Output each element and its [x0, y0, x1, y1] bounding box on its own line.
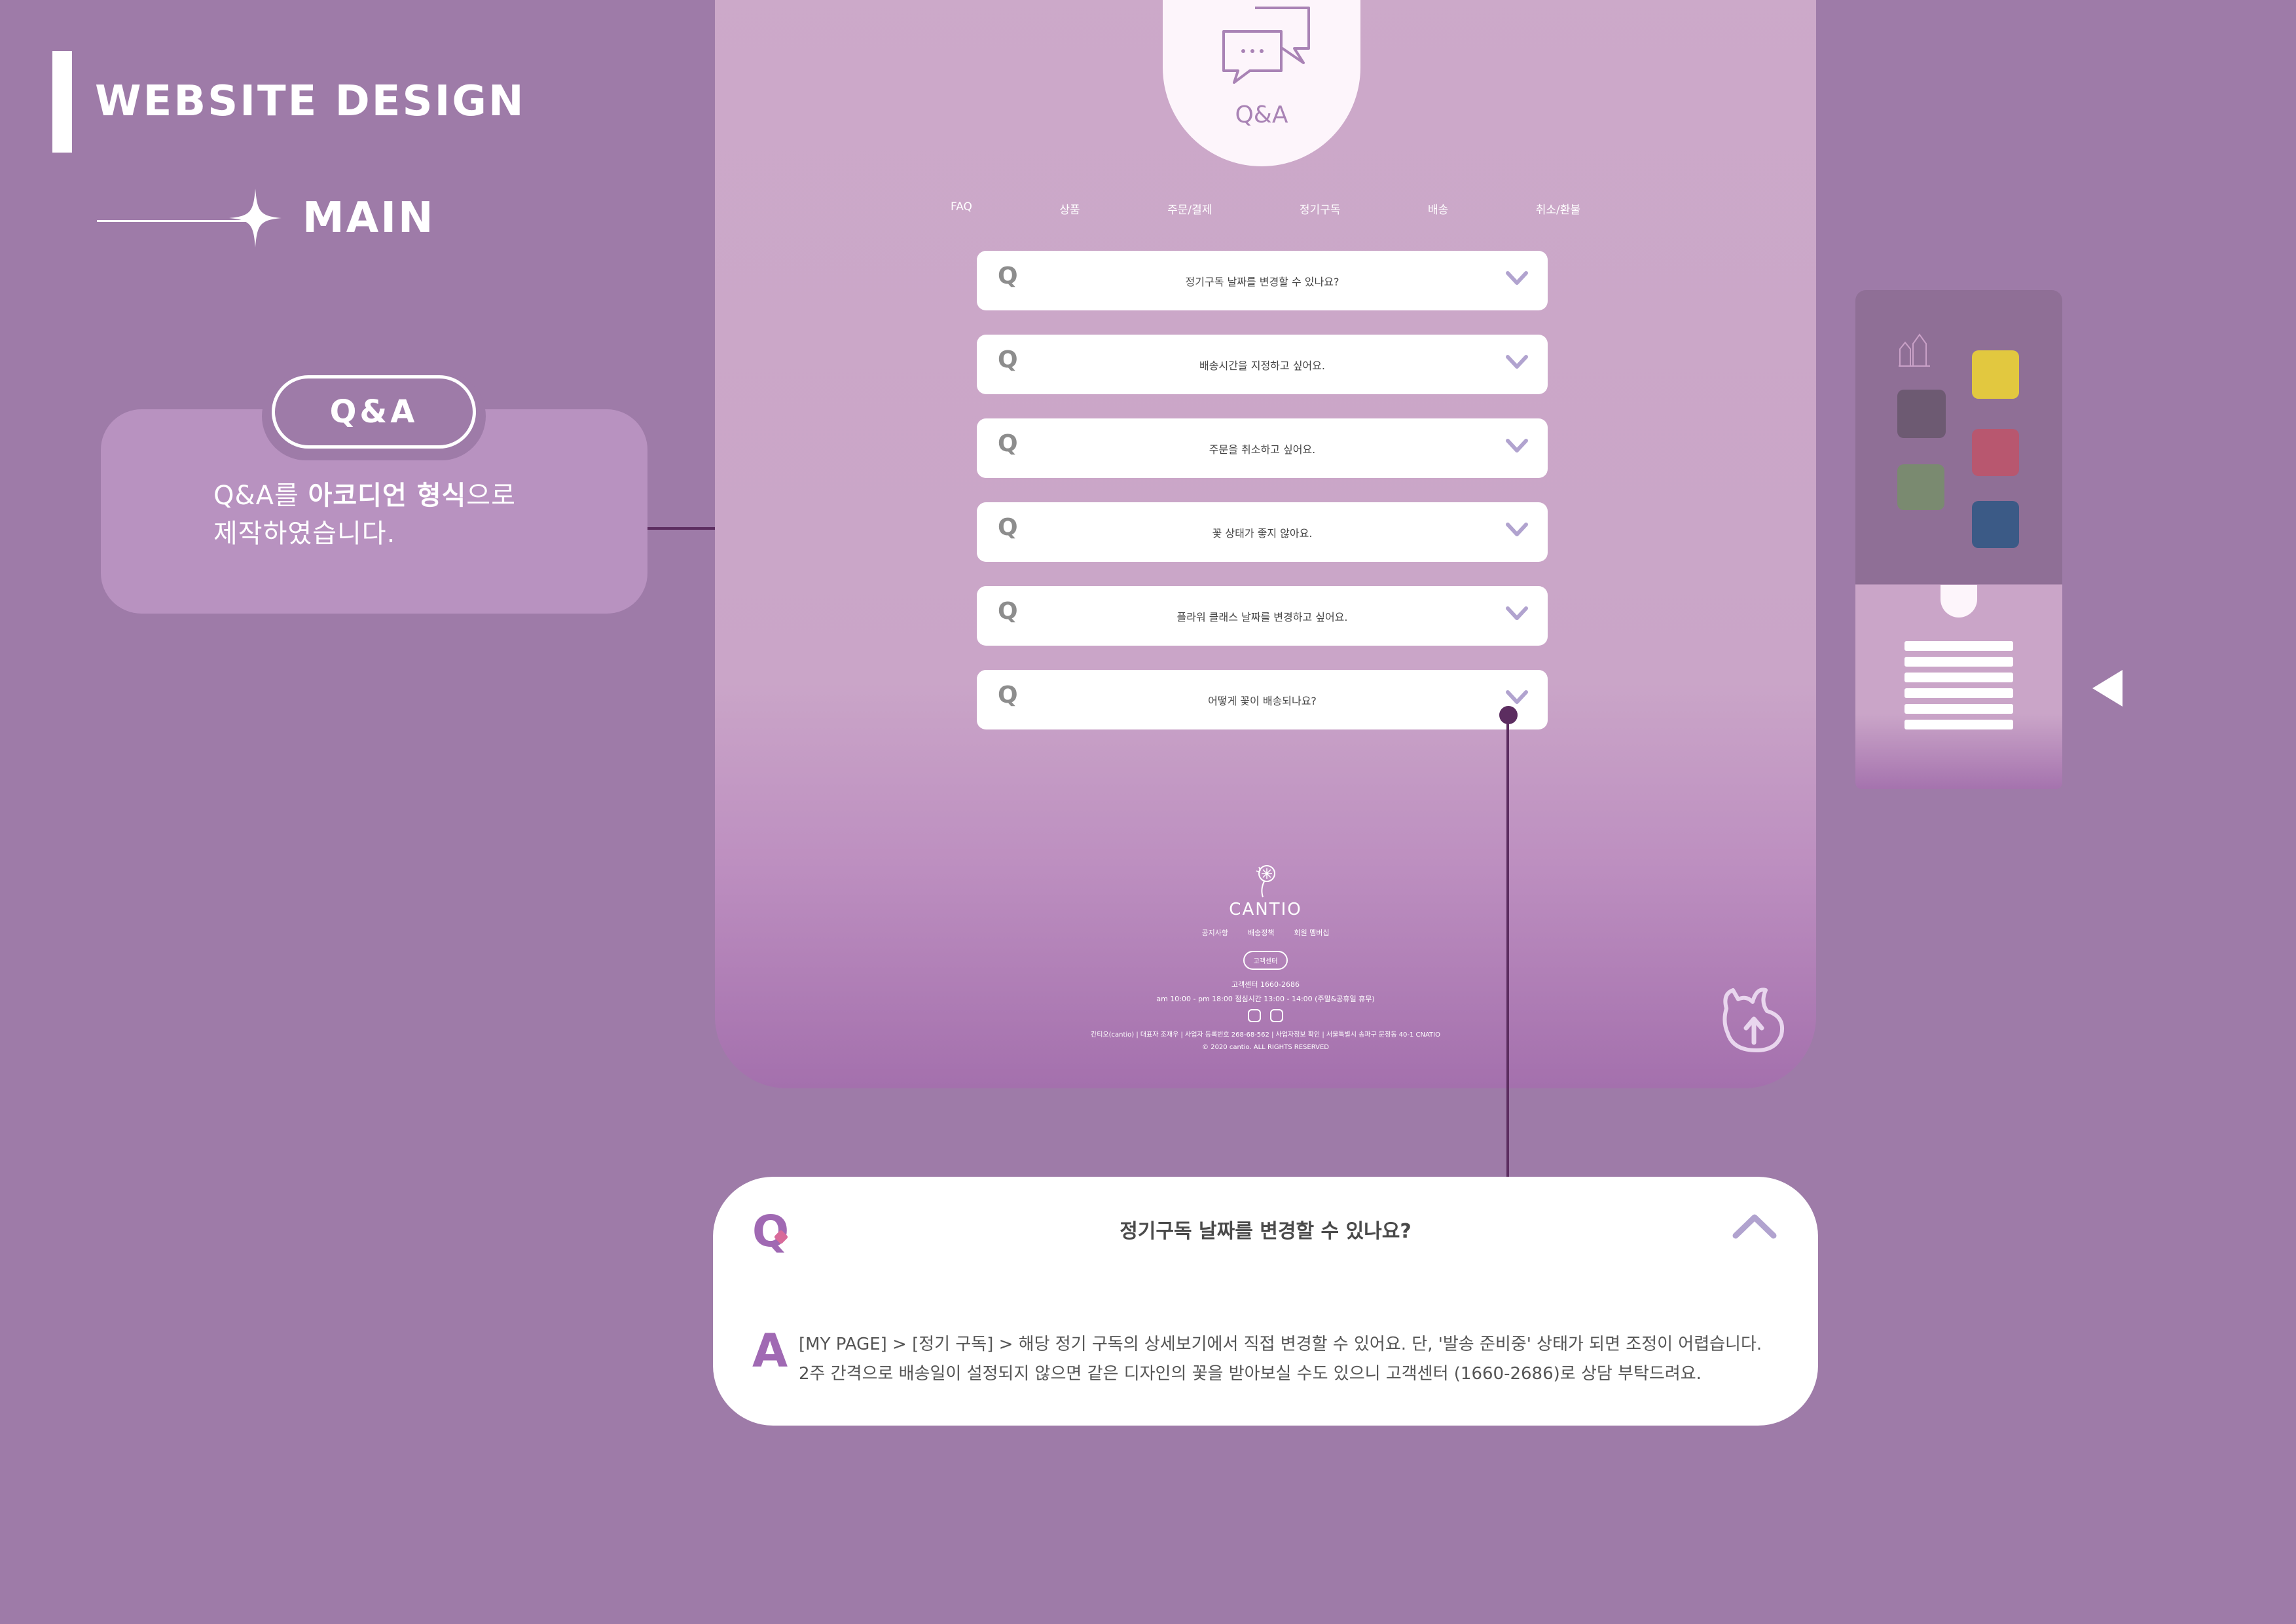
footer-link-delivery[interactable]: 배송정책 [1248, 927, 1274, 938]
site-footer: CANTIO 공지사항 배송정책 회원 멤버십 고객센터 고객센터 1660-2… [715, 863, 1816, 1051]
faq-question: 주문을 취소하고 싶어요. [1209, 443, 1316, 456]
thumbnail-faq-row [1904, 657, 2013, 667]
footer-sns [715, 1009, 1816, 1022]
faq-item[interactable]: Q 플라워 클래스 날짜를 변경하고 싶어요. [977, 586, 1548, 646]
faq-q-marker: Q [998, 682, 1018, 709]
section-title: MAIN [302, 194, 435, 242]
chevron-down-icon[interactable] [1506, 354, 1528, 370]
footer-tel: 고객센터 1660-2686 [1231, 980, 1300, 989]
footer-brand: CANTIO [1229, 900, 1302, 919]
castle-illustration [1899, 333, 1930, 367]
expanded-question: 정기구독 날짜를 변경할 수 있나요? [1120, 1220, 1412, 1243]
facebook-icon[interactable] [1270, 1009, 1283, 1022]
info-line1-bold: 아코디언 형식 [308, 481, 467, 511]
faq-question: 배송시간을 지정하고 싶어요. [1199, 359, 1325, 372]
footer-link-notice[interactable]: 공지사항 [1201, 927, 1228, 938]
faq-q-marker: Q [998, 430, 1018, 457]
faq-question: 정기구독 날짜를 변경할 수 있나요? [1185, 275, 1339, 288]
faq-item[interactable]: Q 꽃 상태가 좋지 않아요. [977, 502, 1548, 562]
answer-a-marker: A [752, 1324, 788, 1378]
chevron-up-icon[interactable] [1732, 1212, 1777, 1240]
thumbnail-faq-row [1904, 688, 2013, 698]
info-line1-suffix: 으로 [466, 481, 516, 511]
tab-product[interactable]: 상품 [1059, 200, 1080, 217]
sparkle-icon [229, 189, 282, 248]
footer-links: 공지사항 배송정책 회원 멤버십 [715, 927, 1816, 938]
faq-q-marker: Q [998, 598, 1018, 625]
thumbnail-image [1972, 429, 2019, 476]
chevron-down-icon[interactable] [1506, 690, 1528, 705]
thumbnail-faq-row [1904, 704, 2013, 714]
info-description: Q&A를 아코디언 형식으로 제작하였습니다. [213, 477, 619, 553]
faq-q-marker: Q [998, 263, 1018, 289]
instagram-icon[interactable] [1248, 1009, 1261, 1022]
tab-order-payment[interactable]: 주문/결제 [1167, 200, 1212, 217]
chevron-down-icon[interactable] [1506, 606, 1528, 621]
expanded-answer: [MY PAGE] > [정기 구독] > 해당 정기 구독의 상세보기에서 직… [799, 1330, 1762, 1389]
tab-delivery[interactable]: 배송 [1428, 200, 1448, 217]
tab-subscription[interactable]: 정기구독 [1300, 200, 1341, 217]
thumbnail-qa-tab [1941, 585, 1977, 618]
title-accent-bar [52, 51, 72, 153]
info-badge: Q&A [272, 375, 476, 449]
thumbnail-faq-row [1904, 720, 2013, 729]
thumbnail-image [1897, 390, 1946, 438]
faq-accordion-list: Q 정기구독 날짜를 변경할 수 있나요? Q 배송시간을 지정하고 싶어요. … [977, 251, 1548, 754]
chevron-down-icon[interactable] [1506, 270, 1528, 286]
footer-business-info: 칸티오(cantio) | 대표자 조재우 | 사업자 등록번호 268-68-… [1091, 1031, 1440, 1039]
customer-center-button[interactable]: 고객센터 [1243, 951, 1288, 970]
qa-page-mockup: Q&A FAQ 상품 주문/결제 정기구독 배송 취소/환불 Q 정기구독 날짜… [715, 0, 1816, 1088]
qa-header-tab: Q&A [1163, 0, 1360, 166]
connector-dot [1499, 706, 1518, 724]
answer-line1: [MY PAGE] > [정기 구독] > 해당 정기 구독의 상세보기에서 직… [799, 1335, 1762, 1354]
faq-question: 꽃 상태가 좋지 않아요. [1212, 526, 1313, 540]
tab-cancel-refund[interactable]: 취소/환불 [1536, 200, 1580, 217]
scroll-top-icon[interactable] [1713, 982, 1792, 1054]
faq-item[interactable]: Q 어떻게 꽃이 배송되나요? [977, 670, 1548, 729]
connector-line-vertical [1506, 719, 1509, 1177]
qa-header-label: Q&A [1235, 101, 1288, 128]
answer-line2: 2주 간격으로 배송일이 설정되지 않으면 같은 디자인의 꽃을 받아보실 수도… [799, 1364, 1702, 1384]
faq-question: 어떻게 꽃이 배송되나요? [1208, 694, 1317, 707]
flower-logo-icon [1256, 865, 1275, 898]
faq-q-marker: Q [998, 514, 1018, 541]
page-title: WEBSITE DESIGN [95, 77, 526, 126]
footer-link-membership[interactable]: 회원 멤버십 [1294, 927, 1329, 938]
thumbnail-image [1972, 350, 2019, 399]
faq-q-marker: Q [998, 346, 1018, 373]
info-line1-prefix: Q&A를 [213, 481, 308, 511]
chat-bubbles-icon [1222, 7, 1310, 84]
category-tabs: FAQ 상품 주문/결제 정기구독 배송 취소/환불 [951, 200, 1580, 217]
page-thumbnail [1855, 290, 2062, 789]
faq-item[interactable]: Q 정기구독 날짜를 변경할 수 있나요? [977, 251, 1548, 310]
thumbnail-faq-row [1904, 641, 2013, 651]
faq-item[interactable]: Q 주문을 취소하고 싶어요. [977, 418, 1548, 478]
triangle-left-icon [2092, 670, 2123, 707]
expanded-accordion-card[interactable]: Q 정기구독 날짜를 변경할 수 있나요? A [MY PAGE] > [정기 … [713, 1177, 1818, 1426]
footer-hours: am 10:00 - pm 18:00 점심시간 13:00 - 14:00 (… [1156, 995, 1375, 1003]
thumbnail-image [1897, 464, 1944, 510]
footer-copyright: © 2020 cantio. ALL RIGHTS RESERVED [1202, 1044, 1329, 1051]
thumbnail-image [1972, 501, 2019, 548]
chevron-down-icon[interactable] [1506, 522, 1528, 538]
chevron-down-icon[interactable] [1506, 438, 1528, 454]
faq-item[interactable]: Q 배송시간을 지정하고 싶어요. [977, 335, 1548, 394]
info-line2: 제작하였습니다. [213, 519, 396, 549]
faq-question: 플라워 클래스 날짜를 변경하고 싶어요. [1176, 610, 1348, 623]
thumbnail-faq-row [1904, 673, 2013, 682]
tab-faq[interactable]: FAQ [951, 200, 972, 217]
